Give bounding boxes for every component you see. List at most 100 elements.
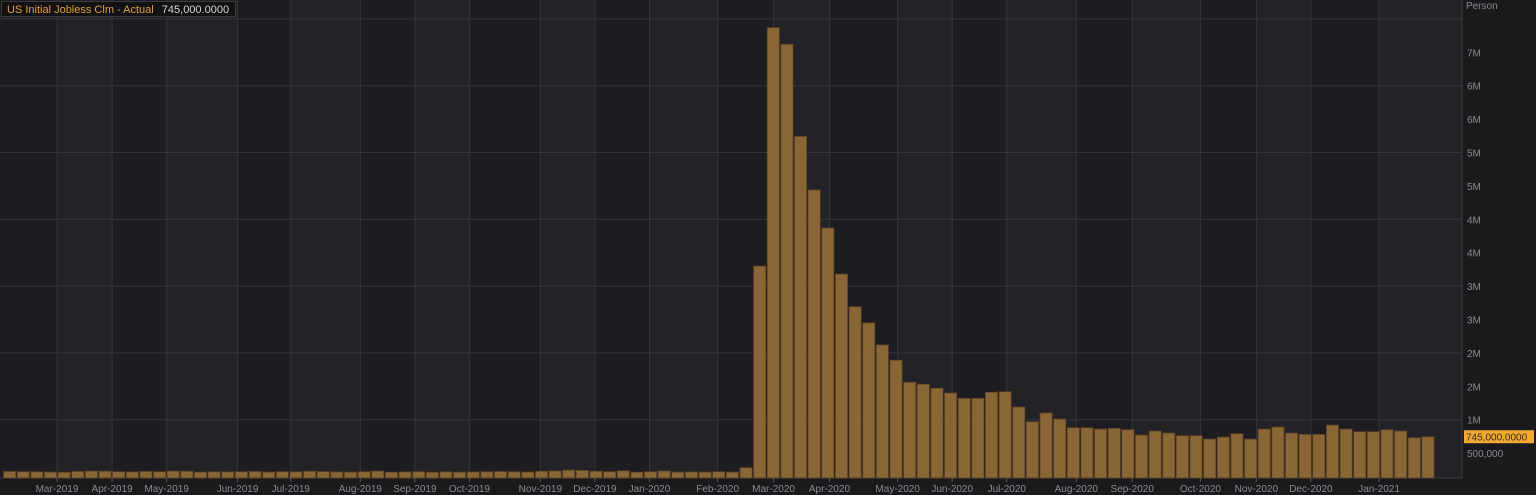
y-tick-label: 4M [1467,215,1481,226]
bar [357,471,371,479]
bar [671,471,685,479]
y-tick-label: 4M [1467,249,1481,260]
bar [1094,428,1108,479]
bar [562,469,576,479]
bar [98,470,112,479]
x-tick-label: Jan-2021 [1358,484,1400,495]
bar [57,471,71,479]
bar [153,471,167,479]
bar [30,471,44,479]
bar [1366,431,1380,479]
y-tick-label: 5M [1467,149,1481,160]
y-tick-label: 5M [1467,182,1481,193]
bar [739,467,753,479]
bar [753,265,767,479]
bar [1053,418,1067,479]
bar [398,471,412,479]
month-band [1006,0,1077,478]
bar [957,397,971,479]
bar [466,471,480,479]
bar [425,471,439,479]
bar [1162,432,1176,479]
y-tick-label: 7M [1467,48,1481,59]
x-tick-label: Aug-2019 [339,484,383,495]
bar [712,471,726,479]
bar [521,471,535,479]
bar [84,470,98,479]
month-band [1379,0,1462,478]
bar [971,397,985,479]
series-name: US Initial Jobless Clm - Actual [7,4,154,16]
month-band [1256,0,1311,478]
bar [685,471,698,479]
bar [1380,429,1394,479]
month-band [1132,0,1201,478]
bar [3,471,17,479]
bar [71,471,85,479]
bar [1025,421,1039,479]
bar [1039,412,1053,479]
bar [1244,438,1258,479]
bar [1312,433,1326,479]
bar [698,471,712,479]
y-tick-label: 1M [1467,416,1481,427]
bar [453,471,467,479]
series-legend[interactable]: US Initial Jobless Clm - Actual 745,000.… [1,1,236,17]
bar [848,306,862,479]
x-tick-label: Jul-2020 [988,484,1027,495]
bar [1135,434,1149,479]
bar [1257,428,1271,479]
bar-chart: 500,000 1M 2M 2M 3M 3M 4M 4M 5M 5M 6M 6M 7M Mar-2019 A… [0,0,1536,495]
bar [1203,438,1217,479]
y-axis-unit: Person [1466,1,1498,12]
bar [384,471,398,479]
bar [1271,426,1285,479]
bar [821,227,835,479]
bar [180,470,194,479]
bar [371,470,385,479]
x-tick-label: May-2020 [875,484,920,495]
bar [862,322,876,479]
bar [207,471,221,479]
y-tick-label: 6M [1467,82,1481,93]
bar [221,471,235,479]
bar [1285,432,1299,479]
month-band [414,0,470,478]
y-tick-label: 3M [1467,282,1481,293]
bar [1012,406,1026,479]
bar [16,471,30,479]
x-tick-label: May-2019 [144,484,189,495]
bar [1407,437,1421,479]
bar [1107,427,1121,479]
bar [589,470,603,479]
bar [1325,424,1339,479]
month-band [649,0,718,478]
bar [1298,433,1312,479]
bar [616,470,630,479]
bar [289,471,303,479]
bar [998,391,1012,479]
bar [480,471,494,479]
bar [248,471,262,479]
month-band [57,0,113,478]
bar [262,471,276,479]
bar [644,471,658,479]
bar [1066,427,1080,479]
bar [835,273,848,479]
x-tick-label: Mar-2019 [36,484,79,495]
current-value-tag-label: 745,000.0000 [1466,433,1528,444]
bar [1189,435,1203,479]
bar [125,471,139,479]
bar [944,392,958,479]
y-tick-label: 500,000 [1467,449,1504,460]
month-band [540,0,595,478]
x-tick-label: Oct-2020 [1180,484,1222,495]
x-tick-label: Apr-2020 [809,484,851,495]
x-tick-label: Nov-2019 [519,484,563,495]
bar [330,471,344,479]
bar [1421,436,1435,479]
x-tick-label: Jul-2019 [272,484,311,495]
bar [903,381,917,479]
bar [112,471,126,479]
bar [44,471,57,479]
